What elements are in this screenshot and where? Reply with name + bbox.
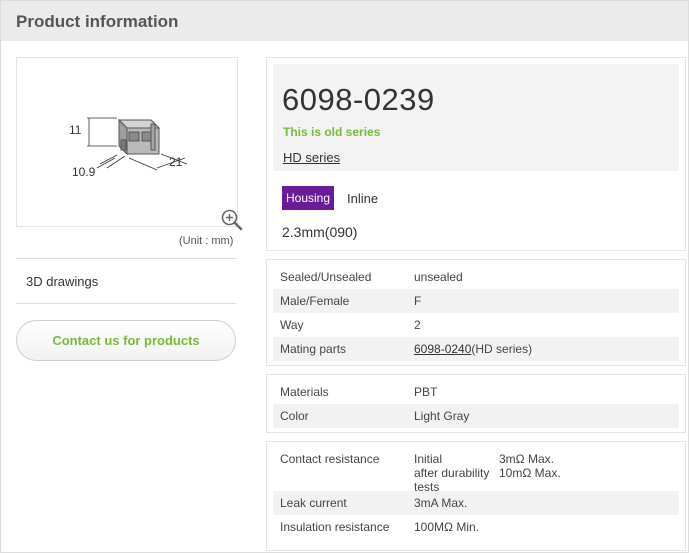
pitch-value: 2.3mm(090) bbox=[282, 224, 358, 240]
after-durability-label: after durability bbox=[414, 466, 490, 480]
spec-value: Light Gray bbox=[414, 409, 470, 423]
spec-table-electrical: Contact resistance Initial after durabil… bbox=[266, 441, 686, 551]
spec-value: 3mΩ Max. 10mΩ Max. bbox=[499, 452, 561, 480]
spec-key: Materials bbox=[280, 385, 329, 399]
section-title: Product information bbox=[16, 12, 179, 31]
product-image[interactable]: 11 10.9 21 bbox=[16, 57, 238, 227]
unit-label: (Unit : mm) bbox=[179, 235, 234, 247]
section-header: Product information bbox=[1, 1, 688, 41]
old-series-notice: This is old series bbox=[283, 125, 381, 139]
contact-us-button[interactable]: Contact us for products bbox=[16, 320, 236, 361]
spec-value: PBT bbox=[414, 385, 438, 399]
spec-value: 100MΩ Min. bbox=[414, 520, 479, 534]
spec-key: Contact resistance bbox=[280, 452, 380, 466]
dim-length-label: 21 bbox=[169, 155, 183, 169]
spec-value: F bbox=[414, 294, 422, 308]
spec-value: Initial after durability tests bbox=[414, 452, 489, 494]
table-row: Leak current 3mA Max. bbox=[273, 491, 679, 515]
table-row: Materials PBT bbox=[273, 380, 679, 404]
spec-value: unsealed bbox=[414, 270, 463, 284]
mating-part-link[interactable]: 6098-0240 bbox=[414, 342, 471, 356]
housing-badge: Housing bbox=[282, 186, 335, 210]
dim-height-label: 11 bbox=[69, 123, 82, 137]
series-link[interactable]: HD series bbox=[283, 150, 340, 165]
connector-drawing: 11 10.9 21 bbox=[69, 117, 188, 179]
product-type: Inline bbox=[347, 191, 379, 206]
spec-key: Insulation resistance bbox=[280, 520, 390, 534]
table-row: Insulation resistance 100MΩ Min. bbox=[273, 515, 679, 539]
spec-value: 2 bbox=[414, 318, 421, 332]
initial-label: Initial bbox=[414, 452, 443, 466]
spec-value: 6098-0240(HD series) bbox=[414, 342, 532, 356]
after-durability-value: 10mΩ Max. bbox=[499, 466, 561, 480]
spec-value: 3mA Max. bbox=[414, 496, 468, 510]
spec-key: Mating parts bbox=[280, 342, 347, 356]
mating-part-series: (HD series) bbox=[471, 342, 533, 356]
zoom-in-icon[interactable] bbox=[220, 208, 244, 232]
dim-width-label: 10.9 bbox=[72, 165, 96, 179]
table-row: Sealed/Unsealed unsealed bbox=[273, 265, 679, 289]
table-row: Way 2 bbox=[273, 313, 679, 337]
part-number: 6098-0239 bbox=[282, 82, 435, 117]
product-summary-panel: 6098-0239 This is old series HD series H… bbox=[266, 57, 686, 251]
initial-value: 3mΩ Max. bbox=[499, 452, 554, 466]
table-row: Mating parts 6098-0240(HD series) bbox=[273, 337, 679, 361]
3d-drawings-link[interactable]: 3D drawings bbox=[26, 274, 98, 289]
product-title-area: 6098-0239 This is old series HD series bbox=[273, 64, 679, 171]
spec-key: Male/Female bbox=[280, 294, 350, 308]
divider bbox=[16, 258, 236, 259]
spec-key: Color bbox=[280, 409, 309, 423]
table-row: Male/Female F bbox=[273, 289, 679, 313]
spec-table-basic: Sealed/Unsealed unsealed Male/Female F W… bbox=[266, 259, 686, 366]
spec-key: Way bbox=[280, 318, 304, 332]
table-row: Contact resistance Initial after durabil… bbox=[273, 447, 679, 494]
spec-table-material: Materials PBT Color Light Gray bbox=[266, 374, 686, 433]
table-row: Color Light Gray bbox=[273, 404, 679, 428]
divider bbox=[16, 303, 236, 304]
spec-key: Leak current bbox=[280, 496, 347, 510]
spec-key: Sealed/Unsealed bbox=[280, 270, 372, 284]
